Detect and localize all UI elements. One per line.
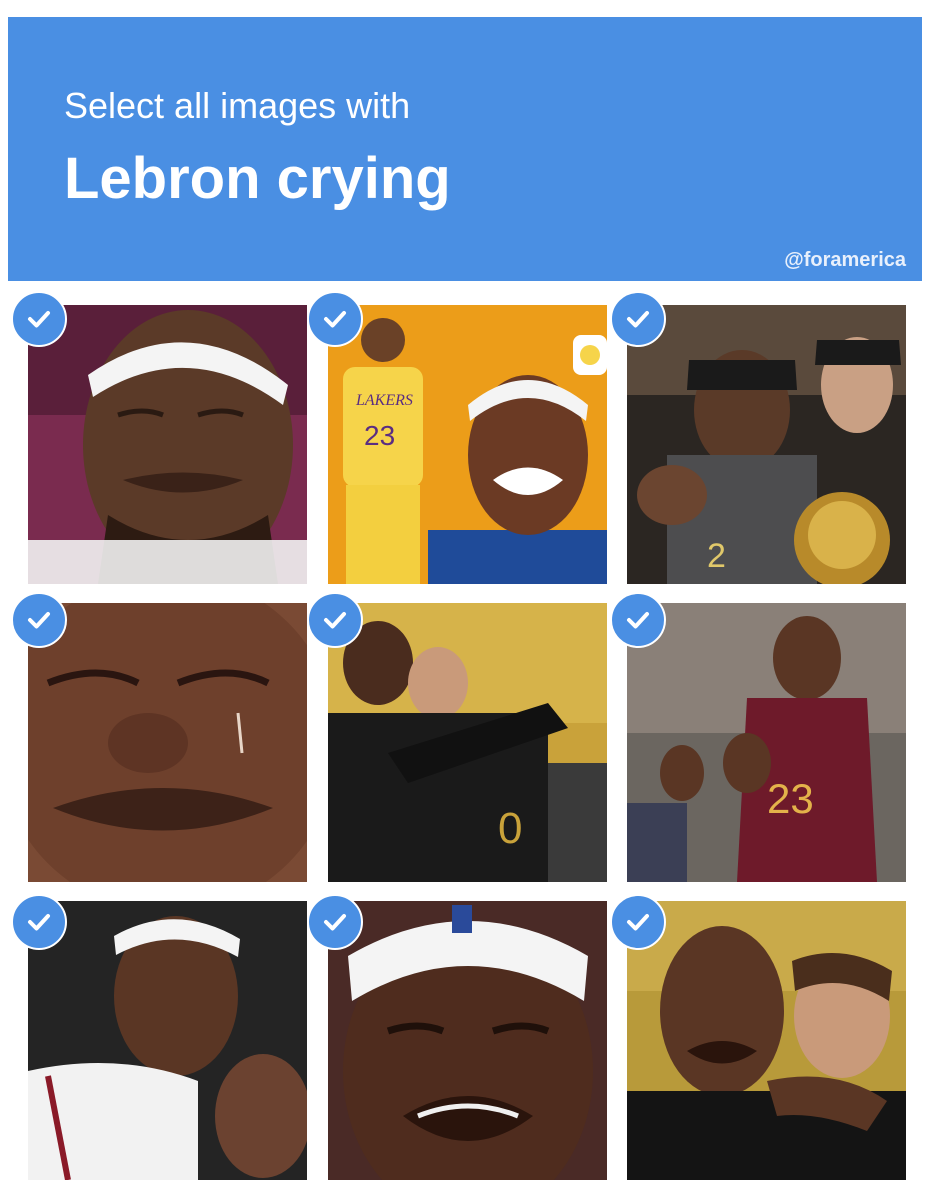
image-tile-7[interactable] (28, 901, 307, 1180)
image-tile-4[interactable] (28, 603, 307, 882)
photo-cavaliers-clapping: 23 (627, 603, 906, 882)
image-tile-2[interactable]: LAKERS 23 (328, 305, 607, 584)
captcha-header: Select all images with Lebron crying @fo… (8, 17, 922, 281)
check-icon[interactable] (610, 291, 666, 347)
image-tile-5[interactable]: 0 (328, 603, 607, 882)
jersey-number: 23 (364, 420, 395, 451)
target-text: Lebron crying (64, 146, 451, 211)
photo-tear-closeup (28, 603, 307, 882)
instruction-text: Select all images with (64, 85, 411, 126)
photo-finals-trophy: 2 (627, 305, 906, 584)
check-icon[interactable] (307, 291, 363, 347)
image-tile-3[interactable]: 2 (627, 305, 906, 584)
photo-white-jersey-clapping (28, 901, 307, 1180)
photo-hug-celebration: 0 (328, 603, 607, 882)
check-icon[interactable] (610, 592, 666, 648)
svg-text:LAKERS: LAKERS (355, 392, 413, 409)
check-icon[interactable] (307, 894, 363, 950)
photo-crying-headband-closeup (328, 901, 607, 1180)
jersey-number: 2 (707, 537, 726, 575)
check-icon[interactable] (11, 894, 67, 950)
image-tile-6[interactable]: 23 (627, 603, 906, 882)
jersey-number: 23 (767, 775, 814, 822)
photo-crying-embrace (627, 901, 906, 1180)
check-icon[interactable] (307, 592, 363, 648)
image-tile-1[interactable] (28, 305, 307, 584)
image-tile-8[interactable] (328, 901, 607, 1180)
check-icon[interactable] (610, 894, 666, 950)
check-icon[interactable] (11, 291, 67, 347)
photo-lakers-meme: LAKERS 23 (328, 305, 607, 584)
check-icon[interactable] (11, 592, 67, 648)
jersey-number: 0 (498, 804, 522, 853)
image-tile-9[interactable] (627, 901, 906, 1180)
credit-watermark: @foramerica (784, 249, 906, 271)
photo-crying-closeup-headband (28, 305, 307, 584)
